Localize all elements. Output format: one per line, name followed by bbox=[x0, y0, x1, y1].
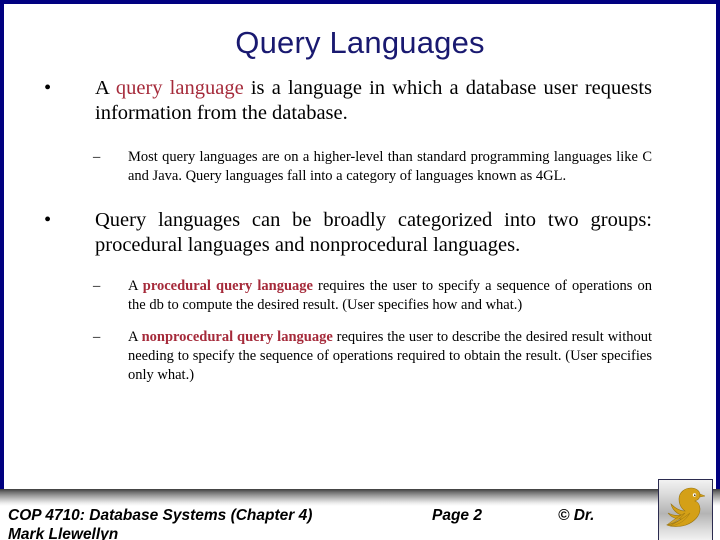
footer-author: Mark Llewellyn bbox=[8, 526, 119, 540]
bullet-marker-dash: – bbox=[93, 329, 101, 345]
footer-copyright: © Dr. bbox=[558, 507, 595, 524]
footer: COP 4710: Database Systems (Chapter 4) P… bbox=[0, 506, 720, 540]
footer-course-label: COP 4710: Database Systems (Chapter 4) bbox=[8, 507, 313, 524]
footer-divider-bar bbox=[0, 489, 720, 506]
bullet-marker-dot: • bbox=[44, 77, 52, 99]
slide-border-top bbox=[0, 0, 720, 4]
bullet-text: Most query languages are on a higher-lev… bbox=[128, 149, 652, 184]
bullet-text-prefix: A bbox=[128, 278, 143, 294]
bullet-marker-dot: • bbox=[44, 209, 52, 231]
bullet-level1: • A query language is a language in whic… bbox=[0, 76, 720, 126]
highlight-term-query-language: query language bbox=[115, 77, 244, 99]
footer-page-number: Page 2 bbox=[432, 507, 482, 524]
ucf-pegasus-logo bbox=[658, 479, 713, 540]
highlight-term-procedural-query-language: procedural query language bbox=[142, 278, 313, 294]
bullet-level2: – Most query languages are on a higher-l… bbox=[0, 148, 720, 186]
bullet-marker-dash: – bbox=[93, 278, 101, 294]
bullet-text-prefix: A bbox=[95, 77, 116, 99]
bullet-level1: • Query languages can be broadly categor… bbox=[0, 208, 720, 258]
slide-body: • A query language is a language in whic… bbox=[0, 76, 720, 385]
page-title: Query Languages bbox=[235, 25, 485, 60]
bullet-level2: – A nonprocedural query language require… bbox=[0, 328, 720, 385]
pegasus-icon bbox=[665, 487, 706, 527]
slide-canvas: Query Languages • A query language is a … bbox=[0, 0, 720, 540]
bullet-text-prefix: A bbox=[128, 329, 142, 345]
bullet-text: Query languages can be broadly categoriz… bbox=[95, 209, 652, 256]
bullet-marker-dash: – bbox=[93, 149, 101, 165]
highlight-term-nonprocedural-query-language: nonprocedural query language bbox=[141, 329, 333, 345]
bullet-level2: – A procedural query language requires t… bbox=[0, 277, 720, 315]
